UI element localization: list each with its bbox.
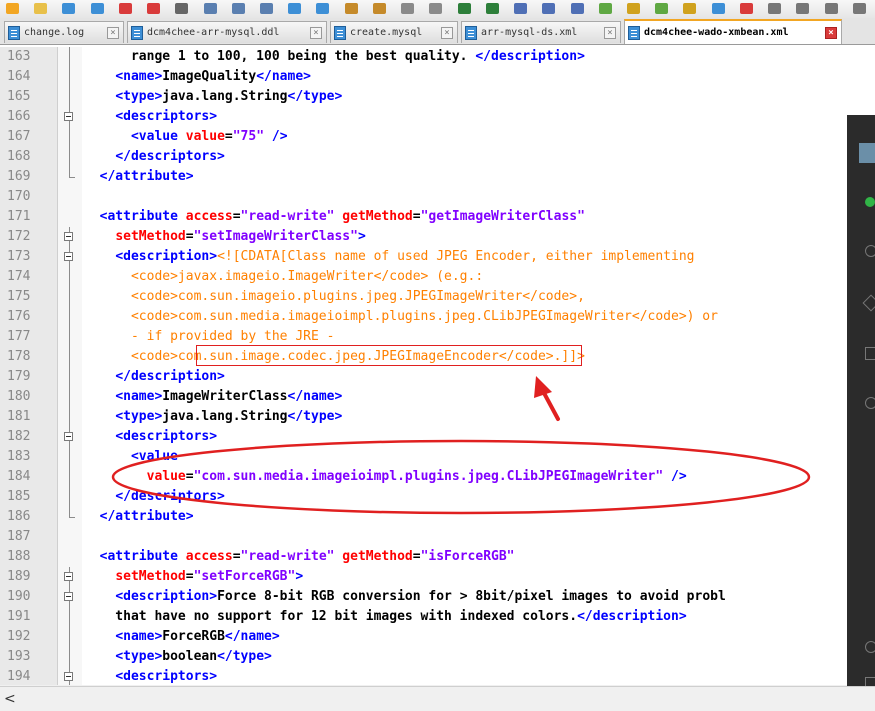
arrow-shaft xyxy=(542,391,560,421)
annotation-overlay xyxy=(111,376,811,515)
arrow-head xyxy=(534,376,552,398)
highlight-ellipse xyxy=(111,439,811,515)
